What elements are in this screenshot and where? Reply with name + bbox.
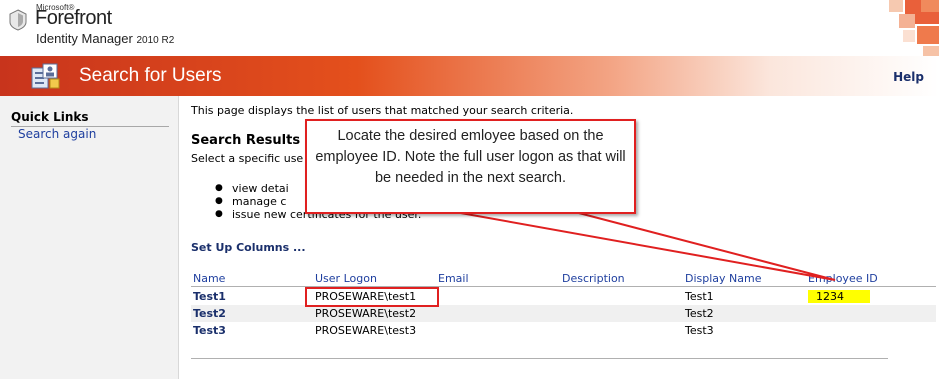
display-name-cell: Test3 bbox=[685, 324, 714, 337]
column-header-employee-id[interactable]: Employee ID bbox=[806, 272, 936, 287]
set-up-columns-link[interactable]: Set Up Columns ... bbox=[191, 241, 306, 254]
employee-id-cell bbox=[806, 322, 936, 339]
decorative-squares bbox=[889, 0, 939, 56]
sidebar: Quick Links Search again bbox=[0, 96, 179, 379]
description-cell bbox=[560, 322, 683, 339]
annotation-callout: Locate the desired emloyee based on the … bbox=[305, 119, 636, 214]
user-logon-highlight-box bbox=[305, 287, 439, 307]
user-logon-cell: PROSEWARE\test3 bbox=[315, 324, 417, 337]
header-branding: Microsoft® Forefront Identity Manager 20… bbox=[0, 0, 939, 56]
help-link[interactable]: Help bbox=[893, 70, 924, 84]
title-bar: Search for Users Help bbox=[0, 56, 939, 96]
product-line: Identity Manager 2010 R2 bbox=[36, 31, 174, 46]
description-cell bbox=[560, 305, 683, 322]
column-header-name[interactable]: Name bbox=[191, 272, 313, 287]
user-logon-cell: PROSEWARE\test2 bbox=[313, 305, 436, 322]
results-table: Name User Logon Email Description Displa… bbox=[191, 272, 936, 339]
employee-id-cell bbox=[806, 305, 936, 322]
table-bottom-divider bbox=[191, 358, 888, 359]
column-header-email[interactable]: Email bbox=[436, 272, 560, 287]
results-instruction: Select a specific use bbox=[191, 152, 304, 165]
table-row[interactable]: Test1 PROSEWARE\test1 Test1 1234 bbox=[191, 286, 936, 305]
product-version: 2010 R2 bbox=[136, 35, 175, 46]
table-row[interactable]: Test3 PROSEWARE\test3 Test3 bbox=[191, 322, 936, 339]
user-name-link[interactable]: Test3 bbox=[191, 322, 313, 339]
search-results-heading: Search Results bbox=[191, 133, 301, 148]
product-name: Forefront bbox=[35, 7, 112, 29]
description-cell bbox=[560, 286, 683, 305]
user-name-link[interactable]: Test2 bbox=[191, 305, 313, 322]
table-header-row: Name User Logon Email Description Displa… bbox=[191, 272, 936, 287]
column-header-display-name[interactable]: Display Name bbox=[683, 272, 806, 287]
employee-id-cell: 1234 bbox=[806, 286, 936, 305]
intro-text: This page displays the list of users tha… bbox=[191, 104, 574, 117]
product-line-name: Identity Manager bbox=[36, 31, 133, 46]
user-search-icon bbox=[31, 63, 60, 89]
column-header-description[interactable]: Description bbox=[560, 272, 683, 287]
display-name-cell: Test2 bbox=[683, 305, 806, 322]
table-row[interactable]: Test2 PROSEWARE\test2 Test2 bbox=[191, 305, 936, 322]
email-cell bbox=[436, 286, 560, 305]
column-header-user-logon[interactable]: User Logon bbox=[313, 272, 436, 287]
employee-id-highlight: 1234 bbox=[808, 290, 870, 304]
email-cell bbox=[436, 305, 560, 322]
user-name-link[interactable]: Test1 bbox=[191, 286, 313, 305]
page-title: Search for Users bbox=[79, 65, 222, 86]
quick-links-heading: Quick Links bbox=[11, 110, 169, 127]
display-name-cell: Test1 bbox=[685, 290, 714, 304]
search-again-link[interactable]: Search again bbox=[18, 127, 96, 141]
forefront-logo-icon bbox=[9, 9, 27, 31]
email-cell bbox=[436, 322, 560, 339]
